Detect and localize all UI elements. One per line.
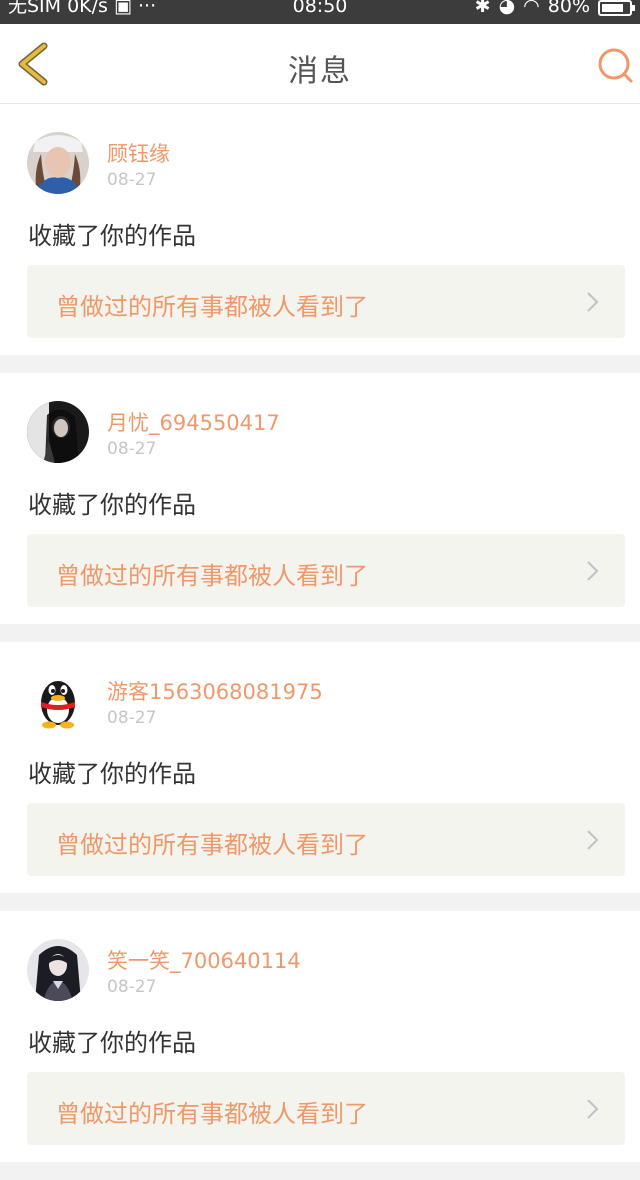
message-card: 月忧_694550417 08-27 收藏了你的作品 曾做过的所有事都被人看到了 (0, 373, 640, 624)
qq-penguin-icon (27, 670, 89, 732)
action-text: 收藏了你的作品 (28, 222, 196, 250)
user-name[interactable]: 游客1563068081975 (107, 676, 323, 706)
battery-icon (598, 0, 635, 16)
chevron-right-icon (587, 1099, 599, 1119)
message-card: 游客1563068081975 08-27 收藏了你的作品 曾做过的所有事都被人… (0, 642, 640, 893)
message-date: 08-27 (107, 170, 157, 190)
message-date: 08-27 (107, 708, 157, 728)
avatar[interactable] (27, 939, 89, 1001)
user-name[interactable]: 笑一笑_700640114 (107, 945, 301, 975)
message-list: 顾钰缘 08-27 收藏了你的作品 曾做过的所有事都被人看到了 月忧_69455… (0, 104, 640, 1180)
avatar[interactable] (27, 401, 89, 463)
work-title: 曾做过的所有事都被人看到了 (56, 562, 368, 590)
search-button[interactable] (596, 46, 634, 84)
action-text: 收藏了你的作品 (28, 1029, 196, 1057)
chevron-right-icon (587, 561, 599, 581)
work-title: 曾做过的所有事都被人看到了 (56, 293, 368, 321)
action-text: 收藏了你的作品 (28, 760, 196, 788)
work-link[interactable]: 曾做过的所有事都被人看到了 (27, 265, 625, 338)
chevron-right-icon (587, 292, 599, 312)
user-name[interactable]: 顾钰缘 (107, 138, 170, 168)
action-text: 收藏了你的作品 (28, 491, 196, 519)
work-link[interactable]: 曾做过的所有事都被人看到了 (27, 1072, 625, 1145)
chevron-right-icon (587, 830, 599, 850)
page-title: 消息 (288, 54, 352, 89)
message-date: 08-27 (107, 439, 157, 459)
work-link[interactable]: 曾做过的所有事都被人看到了 (27, 534, 625, 607)
work-title: 曾做过的所有事都被人看到了 (56, 831, 368, 859)
message-card: 笑一笑_700640114 08-27 收藏了你的作品 曾做过的所有事都被人看到… (0, 911, 640, 1162)
alarm-icon: ◕ (498, 0, 516, 17)
work-link[interactable]: 曾做过的所有事都被人看到了 (27, 803, 625, 876)
avatar[interactable] (27, 132, 89, 194)
message-date: 08-27 (107, 977, 157, 997)
user-name[interactable]: 月忧_694550417 (107, 407, 280, 437)
message-card: 顾钰缘 08-27 收藏了你的作品 曾做过的所有事都被人看到了 (0, 104, 640, 355)
battery-text: 80% (547, 0, 590, 17)
avatar[interactable] (27, 670, 89, 732)
work-title: 曾做过的所有事都被人看到了 (56, 1100, 368, 1128)
wifi-icon: ◠ (523, 0, 540, 17)
status-bar: 无SIM 0K/s ▣ ··· 08:50 ✱ ◕ ◠ 80% (0, 0, 640, 24)
status-right: ✱ ◕ ◠ 80% (474, 0, 635, 18)
bluetooth-icon: ✱ (474, 0, 491, 17)
search-icon (598, 48, 633, 83)
nav-bar: 消息 (0, 24, 640, 104)
